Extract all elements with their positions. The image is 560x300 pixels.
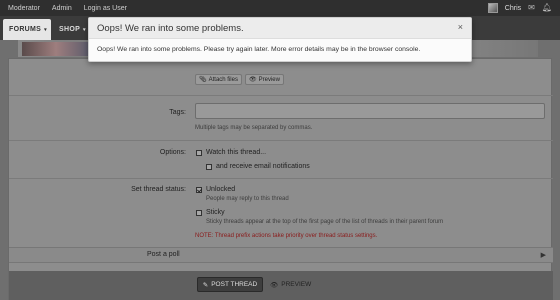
preview-label: PREVIEW [281, 281, 312, 288]
options-label: Options: [159, 149, 186, 156]
pencil-icon: ✎ [202, 281, 209, 289]
top-bar: Moderator Admin Login as User Chris ✉ 🔔︎ [0, 0, 560, 16]
login-as-user-link[interactable]: Login as User [84, 5, 127, 12]
bell-icon[interactable]: 🔔︎ [542, 4, 552, 12]
chevron-down-icon: ▾ [44, 26, 47, 33]
watch-thread-label[interactable]: Watch this thread... [206, 149, 266, 156]
unlocked-checkbox[interactable] [196, 187, 202, 193]
sticky-label[interactable]: Sticky [206, 209, 225, 216]
form-action-bar: ✎ POST THREAD 👁︎ PREVIEW [9, 271, 553, 300]
avatar[interactable] [487, 3, 498, 13]
error-dialog-header: Oops! We ran into some problems. × [89, 18, 471, 39]
divider [9, 140, 553, 141]
moderator-link[interactable]: Moderator [8, 5, 40, 12]
thread-form: 📎︎ Attach files 👁︎ Preview Tags: Multipl… [8, 58, 553, 300]
email-notifications-label[interactable]: and receive email notifications [216, 163, 310, 170]
watch-thread-checkbox[interactable] [196, 150, 202, 156]
unlocked-label[interactable]: Unlocked [206, 186, 235, 193]
post-poll-label: Post a poll [147, 251, 180, 258]
unlocked-hint: People may reply to this thread [206, 196, 289, 202]
post-poll-row[interactable]: Post a poll ▶ [9, 247, 553, 263]
error-dialog-message: Oops! We ran into some problems. Please … [97, 46, 421, 53]
tags-input[interactable] [195, 103, 545, 119]
chevron-right-icon: ▶ [540, 252, 546, 259]
post-thread-button[interactable]: ✎ POST THREAD [197, 277, 263, 292]
tab-shop[interactable]: SHOP ▾ [53, 19, 92, 40]
tab-forums[interactable]: FORUMS ▾ [3, 19, 51, 40]
sticky-hint: Sticky threads appear at the top of the … [206, 219, 444, 225]
banner-image [22, 42, 90, 56]
tab-forums-label: FORUMS [9, 26, 42, 33]
email-notifications-checkbox[interactable] [206, 164, 212, 170]
editor-preview-label: Preview [258, 76, 280, 83]
error-dialog-title: Oops! We ran into some problems. [97, 23, 244, 34]
attach-files-button[interactable]: 📎︎ Attach files [195, 74, 242, 85]
username-link[interactable]: Chris [505, 5, 521, 12]
sticky-checkbox[interactable] [196, 210, 202, 216]
paperclip-icon: 📎︎ [199, 77, 207, 83]
divider [9, 95, 553, 96]
eye-icon: 👁︎ [270, 281, 279, 289]
attach-files-label: Attach files [208, 76, 238, 83]
error-dialog: Oops! We ran into some problems. × Oops!… [88, 17, 472, 62]
chevron-down-icon: ▾ [83, 26, 86, 33]
tags-hint: Multiple tags may be separated by commas… [195, 125, 313, 131]
preview-button[interactable]: 👁︎ PREVIEW [270, 277, 311, 292]
admin-link[interactable]: Admin [52, 5, 72, 12]
close-icon[interactable]: × [458, 22, 463, 32]
thread-status-label: Set thread status: [131, 186, 186, 193]
editor-preview-button[interactable]: 👁︎ Preview [245, 74, 284, 85]
eye-icon: 👁︎ [249, 77, 257, 83]
envelope-icon[interactable]: ✉ [528, 4, 535, 12]
post-thread-label: POST THREAD [211, 281, 258, 288]
status-note: NOTE: Thread prefix actions take priorit… [195, 233, 378, 239]
tags-label: Tags: [169, 109, 186, 116]
account-area: Chris ✉ 🔔︎ [487, 0, 552, 16]
divider [9, 178, 553, 179]
tab-shop-label: SHOP [59, 26, 81, 33]
